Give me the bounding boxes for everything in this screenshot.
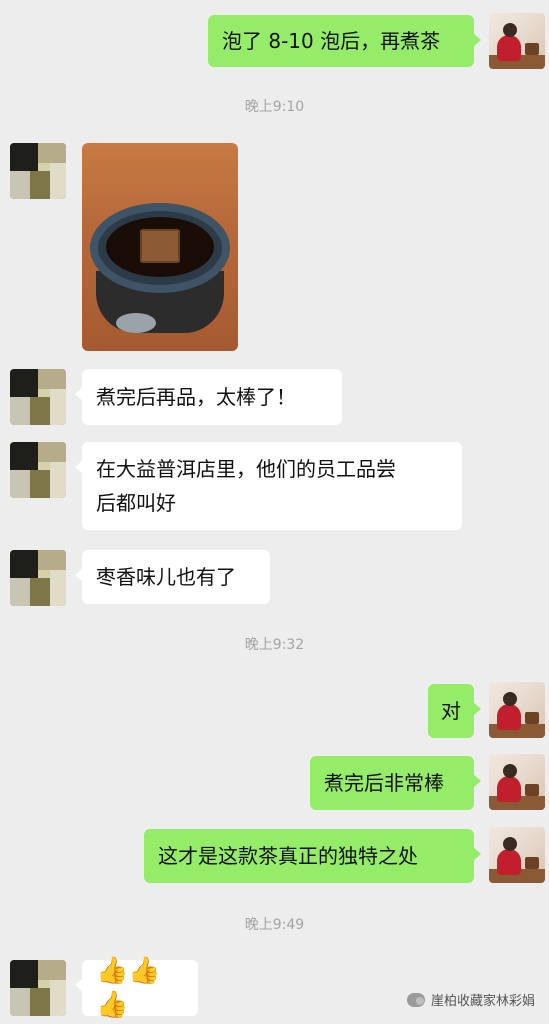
message-text: 泡了 8-10 泡后，再煮茶 — [222, 29, 441, 53]
my-avatar[interactable] — [489, 13, 545, 69]
message-bubble-received[interactable]: 👍👍👍 — [75, 956, 198, 1020]
tea-photo-message[interactable] — [82, 143, 238, 351]
thumbs-up-emoji-text: 👍👍👍 — [96, 956, 161, 1020]
contact-avatar[interactable] — [10, 143, 66, 199]
message-bubble-sent[interactable]: 煮完后非常棒 — [310, 756, 481, 810]
my-avatar[interactable] — [489, 682, 545, 738]
message-text: 对 — [441, 699, 461, 723]
message-text: 煮完后非常棒 — [324, 771, 444, 795]
watermark-text: 崖柏收藏家林彩娟 — [430, 994, 535, 1009]
contact-avatar[interactable] — [10, 442, 66, 498]
wechat-watermark: 崖柏收藏家林彩娟 — [406, 990, 535, 1009]
message-bubble-sent[interactable]: 对 — [428, 684, 481, 738]
message-text: 煮完后再品，太棒了！ — [96, 385, 296, 409]
timestamp: 晚上9:32 — [244, 637, 305, 653]
message-bubble-received[interactable]: 枣香味儿也有了 — [75, 550, 270, 604]
message-text: 枣香味儿也有了 — [96, 565, 236, 589]
message-text: 这才是这款茶真正的独特之处 — [158, 844, 418, 868]
timestamp: 晚上9:10 — [244, 99, 305, 115]
message-bubble-received[interactable]: 煮完后再品，太棒了！ — [75, 369, 342, 425]
timestamp: 晚上9:49 — [244, 917, 305, 933]
contact-avatar[interactable] — [10, 369, 66, 425]
message-text-line: 在大益普洱店里，他们的员工品尝 — [96, 457, 396, 481]
contact-avatar[interactable] — [10, 960, 66, 1016]
message-bubble-sent[interactable]: 这才是这款茶真正的独特之处 — [144, 829, 481, 883]
contact-avatar[interactable] — [10, 550, 66, 606]
wechat-icon — [406, 992, 425, 1007]
my-avatar[interactable] — [489, 827, 545, 883]
message-text-line: 后都叫好 — [96, 491, 176, 515]
my-avatar[interactable] — [489, 754, 545, 810]
message-bubble-received[interactable]: 在大益普洱店里，他们的员工品尝 后都叫好 — [75, 442, 462, 530]
message-bubble-sent[interactable]: 泡了 8-10 泡后，再煮茶 — [208, 15, 481, 67]
